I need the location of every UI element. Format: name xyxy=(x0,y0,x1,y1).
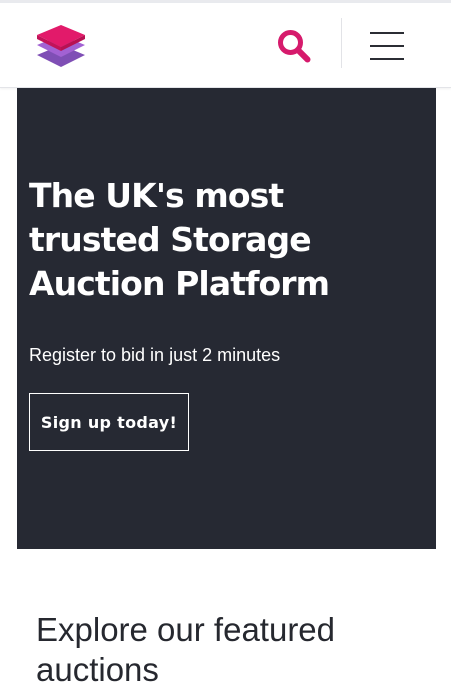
site-logo[interactable] xyxy=(34,21,88,71)
search-button[interactable] xyxy=(274,26,314,66)
hero-subtitle: Register to bid in just 2 minutes xyxy=(29,345,281,365)
header-divider xyxy=(341,18,342,68)
hero-title: The UK's most trusted Storage Auction Pl… xyxy=(29,176,330,303)
menu-button[interactable] xyxy=(368,29,408,63)
stacked-layers-logo-icon xyxy=(37,25,85,67)
search-icon xyxy=(278,30,311,63)
hero-banner: The UK's most trusted Storage Auction Pl… xyxy=(17,88,436,549)
site-header xyxy=(0,3,451,88)
sign-up-button[interactable]: Sign up today! xyxy=(29,393,189,451)
featured-auctions-heading: Explore our featured auctions xyxy=(36,611,336,688)
